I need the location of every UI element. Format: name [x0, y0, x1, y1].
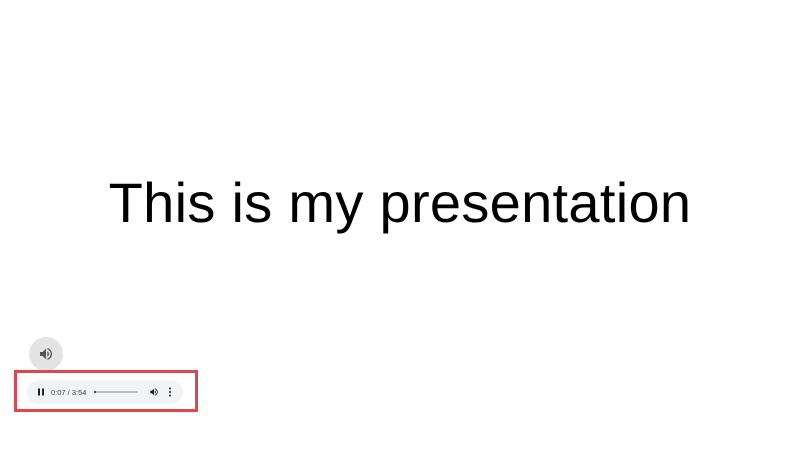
more-options-button[interactable] — [165, 386, 175, 398]
volume-icon — [150, 388, 159, 396]
volume-button[interactable] — [148, 386, 160, 398]
play-pause-button[interactable] — [35, 386, 47, 398]
slide-canvas: This is my presentation 0:07 / 3:54 — [0, 0, 800, 450]
seek-track — [94, 391, 139, 393]
pause-icon — [38, 388, 44, 396]
time-display: 0:07 / 3:54 — [51, 387, 87, 397]
seek-slider[interactable] — [94, 387, 139, 397]
volume-icon — [40, 348, 52, 360]
slide-audio-icon-button[interactable] — [29, 337, 63, 371]
slide-title: This is my presentation — [108, 171, 692, 234]
audio-player: 0:07 / 3:54 — [27, 380, 183, 404]
more-vertical-icon — [169, 387, 172, 397]
